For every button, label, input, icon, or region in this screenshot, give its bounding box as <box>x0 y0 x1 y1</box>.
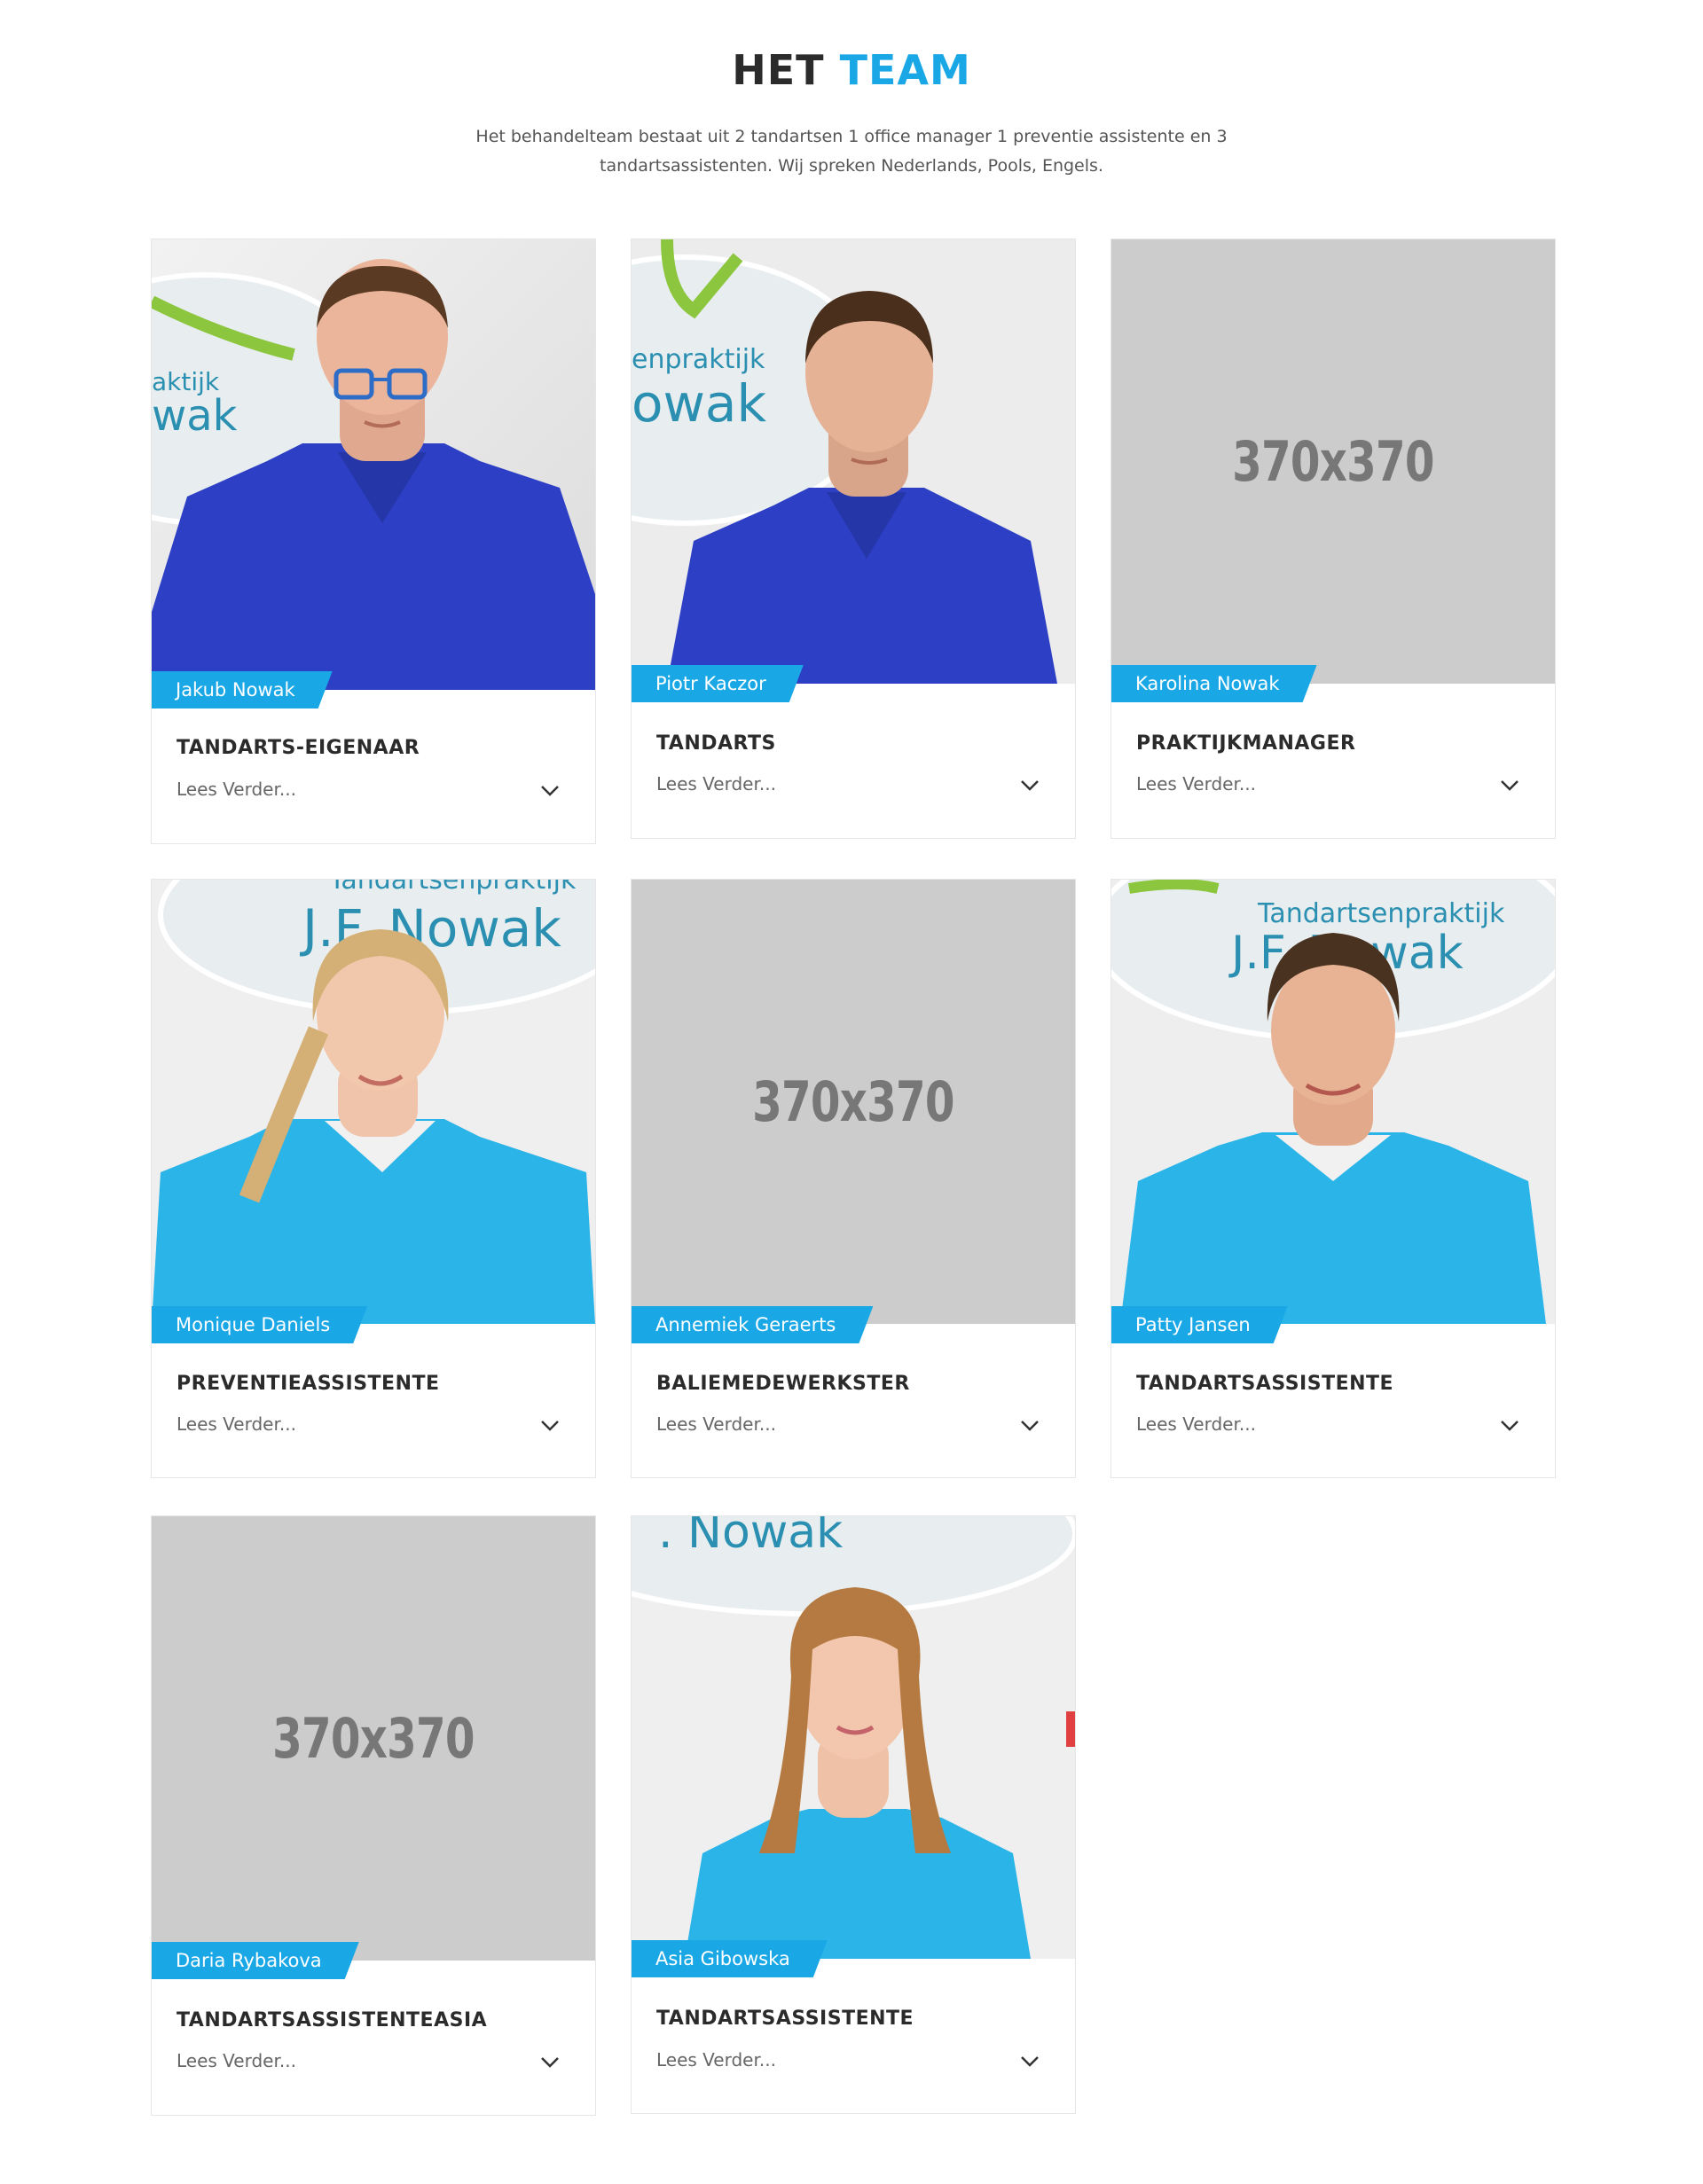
section-title: HET TEAM <box>0 46 1703 94</box>
member-name: Piotr Kaczor <box>632 665 804 702</box>
member-photo: aktijk wak <box>152 239 595 690</box>
member-role: TANDARTS <box>656 732 776 755</box>
member-photo: Tandartsenpraktijk J.F. Nowak <box>1111 880 1555 1324</box>
title-part-1: HET <box>732 46 825 94</box>
member-role: TANDARTSASSISTENTEASIA <box>177 2009 488 2031</box>
read-more-link[interactable]: Lees Verder... <box>177 2050 296 2071</box>
member-name: Daria Rybakova <box>152 1942 359 1979</box>
member-photo-placeholder: 370x370 <box>152 1516 595 1961</box>
member-name: Asia Gibowska <box>632 1940 828 1977</box>
member-name: Karolina Nowak <box>1111 665 1317 702</box>
team-card-karolina-nowak: 370x370 Karolina Nowak PRAKTIJKMANAGER L… <box>1110 239 1556 839</box>
team-card-daria-rybakova: 370x370 Daria Rybakova TANDARTSASSISTENT… <box>151 1515 596 2116</box>
placeholder-text: 370x370 <box>272 1706 475 1771</box>
member-name: Patty Jansen <box>1111 1306 1288 1343</box>
member-photo: . Nowak <box>632 1516 1075 1959</box>
read-more-link[interactable]: Lees Verder... <box>656 2049 776 2070</box>
member-name: Annemiek Geraerts <box>632 1306 873 1343</box>
member-name: Jakub Nowak <box>152 671 333 708</box>
member-role: BALIEMEDEWERKSTER <box>656 1373 910 1395</box>
team-description: Het behandelteam bestaat uit 2 tandartse… <box>475 127 1228 176</box>
member-role: PREVENTIEASSISTENTE <box>177 1373 440 1395</box>
read-more-link[interactable]: Lees Verder... <box>656 1413 776 1435</box>
read-more-link[interactable]: Lees Verder... <box>1136 773 1256 795</box>
svg-text:Tandartsenpraktijk: Tandartsenpraktijk <box>1257 898 1505 929</box>
read-more-link[interactable]: Lees Verder... <box>1136 1413 1256 1435</box>
svg-text:wak: wak <box>152 391 238 441</box>
title-part-2: TEAM <box>839 46 971 94</box>
read-more-link[interactable]: Lees Verder... <box>177 779 296 800</box>
member-role: PRAKTIJKMANAGER <box>1136 732 1356 755</box>
team-card-piotr-kaczor: enpraktijk owak Piotr Kaczor TANDARTS Le… <box>631 239 1076 839</box>
team-card-annemiek-geraerts: 370x370 Annemiek Geraerts BALIEMEDEWERKS… <box>631 879 1076 1478</box>
member-photo: Tandartsenpraktijk J.F. Nowak <box>152 880 595 1324</box>
svg-text:owak: owak <box>632 373 766 434</box>
team-card-jakub-nowak: aktijk wak Jakub Nowak TANDARTS-EIGENAAR… <box>151 239 596 844</box>
read-more-link[interactable]: Lees Verder... <box>177 1413 296 1435</box>
read-more-link[interactable]: Lees Verder... <box>656 773 776 795</box>
chevron-down-icon[interactable] <box>1500 779 1519 792</box>
svg-text:. Nowak: . Nowak <box>658 1516 843 1559</box>
member-role: TANDARTS-EIGENAAR <box>177 737 420 759</box>
member-role: TANDARTSASSISTENTE <box>1136 1373 1394 1395</box>
member-photo: enpraktijk owak <box>632 239 1075 684</box>
chevron-down-icon[interactable] <box>1020 779 1040 792</box>
chevron-down-icon[interactable] <box>1020 2055 1040 2068</box>
member-photo-placeholder: 370x370 <box>1111 239 1555 684</box>
svg-text:Tandartsenpraktijk: Tandartsenpraktijk <box>328 880 577 896</box>
member-name: Monique Daniels <box>152 1306 367 1343</box>
team-card-monique-daniels: Tandartsenpraktijk J.F. Nowak Monique Da… <box>151 879 596 1478</box>
team-card-patty-jansen: Tandartsenpraktijk J.F. Nowak Patty Jans… <box>1110 879 1556 1478</box>
chevron-down-icon[interactable] <box>540 785 560 797</box>
chevron-down-icon[interactable] <box>1500 1420 1519 1432</box>
placeholder-text: 370x370 <box>752 1069 954 1134</box>
chevron-down-icon[interactable] <box>540 2056 560 2069</box>
chevron-down-icon[interactable] <box>540 1420 560 1432</box>
svg-text:enpraktijk: enpraktijk <box>632 344 765 375</box>
placeholder-text: 370x370 <box>1232 429 1434 494</box>
member-photo-placeholder: 370x370 <box>632 880 1075 1324</box>
chevron-down-icon[interactable] <box>1020 1420 1040 1432</box>
team-card-asia-gibowska: . Nowak Asia Gibowska TANDARTSASSISTENTE… <box>631 1515 1076 2114</box>
member-role: TANDARTSASSISTENTE <box>656 2008 914 2030</box>
